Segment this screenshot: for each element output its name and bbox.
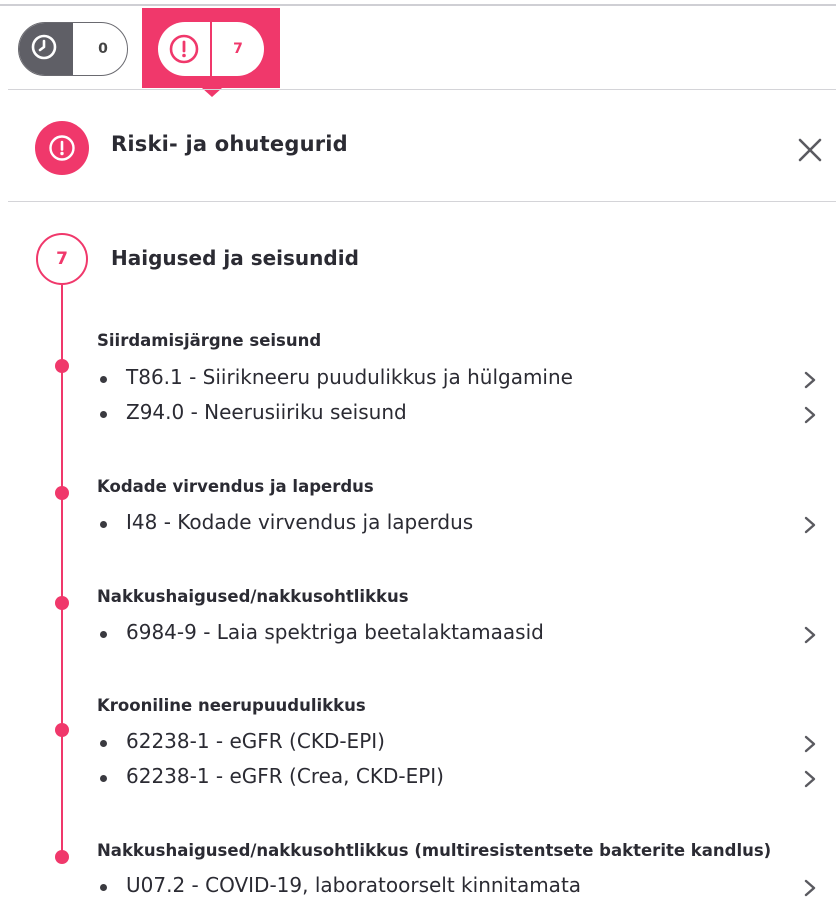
timeline-dot xyxy=(55,723,69,737)
group-title: Siirdamisjärgne seisund xyxy=(97,331,322,350)
panel-title: Riski- ja ohutegurid xyxy=(111,132,348,156)
item-label: T86.1 - Siirikneeru puudulikkus ja hülga… xyxy=(126,365,573,389)
chevron-right-icon xyxy=(804,406,816,424)
group-title: Nakkushaigused/nakkusohtlikkus xyxy=(97,587,409,606)
close-icon xyxy=(798,138,822,162)
timeline-dot xyxy=(55,850,69,864)
risk-count: 7 xyxy=(233,41,243,57)
item-label: U07.2 - COVID-19, laboratoorselt kinnita… xyxy=(126,873,582,897)
bullet xyxy=(100,411,107,418)
list-item[interactable]: 62238-1 - eGFR (Crea, CKD-EPI) xyxy=(97,762,827,792)
history-toggle[interactable]: 0 xyxy=(18,22,128,76)
bullet xyxy=(100,376,107,383)
list-item[interactable]: T86.1 - Siirikneeru puudulikkus ja hülga… xyxy=(97,363,827,393)
chevron-right-icon xyxy=(804,371,816,389)
divider xyxy=(8,201,836,202)
top-border xyxy=(0,4,836,6)
chevron-right-icon xyxy=(804,879,816,897)
group-title: Nakkushaigused/nakkusohtlikkus (multires… xyxy=(97,841,772,860)
list-item[interactable]: Z94.0 - Neerusiiriku seisund xyxy=(97,398,827,428)
bullet xyxy=(100,884,107,891)
close-button[interactable] xyxy=(794,134,826,166)
item-label: I48 - Kodade virvendus ja laperdus xyxy=(126,510,474,534)
list-item[interactable]: 62238-1 - eGFR (CKD-EPI) xyxy=(97,727,827,757)
alert-circle-icon xyxy=(49,135,75,161)
chevron-right-icon xyxy=(804,626,816,644)
bullet xyxy=(100,740,107,747)
clock-icon xyxy=(31,34,57,60)
list-item[interactable]: U07.2 - COVID-19, laboratoorselt kinnita… xyxy=(97,871,827,901)
risk-factors-tab[interactable]: 7 xyxy=(142,8,280,97)
timeline-dot xyxy=(55,596,69,610)
history-toggle-icon-area xyxy=(19,23,73,75)
chevron-right-icon xyxy=(804,770,816,788)
timeline-dot xyxy=(55,486,69,500)
history-count: 0 xyxy=(98,41,108,57)
bullet xyxy=(100,775,107,782)
section-title: Haigused ja seisundid xyxy=(111,246,359,270)
group-title: Krooniline neerupuudulikkus xyxy=(97,696,366,715)
group-title: Kodade virvendus ja laperdus xyxy=(97,477,374,496)
list-item[interactable]: I48 - Kodade virvendus ja laperdus xyxy=(97,508,827,538)
item-label: 62238-1 - eGFR (Crea, CKD-EPI) xyxy=(126,764,444,788)
item-label: 6984-9 - Laia spektriga beetalaktamaasid xyxy=(126,620,544,644)
chevron-right-icon xyxy=(804,516,816,534)
risk-toggle[interactable]: 7 xyxy=(158,22,264,76)
section-count-badge: 7 xyxy=(36,233,88,285)
bullet xyxy=(100,631,107,638)
item-label: Z94.0 - Neerusiiriku seisund xyxy=(126,400,407,424)
divider xyxy=(8,89,836,90)
chevron-right-icon xyxy=(804,735,816,753)
bullet xyxy=(100,521,107,528)
list-item[interactable]: 6984-9 - Laia spektriga beetalaktamaasid xyxy=(97,618,827,648)
alert-circle-icon xyxy=(169,34,199,64)
item-label: 62238-1 - eGFR (CKD-EPI) xyxy=(126,729,385,753)
header-alert-badge xyxy=(35,121,89,175)
timeline-dot xyxy=(55,359,69,373)
